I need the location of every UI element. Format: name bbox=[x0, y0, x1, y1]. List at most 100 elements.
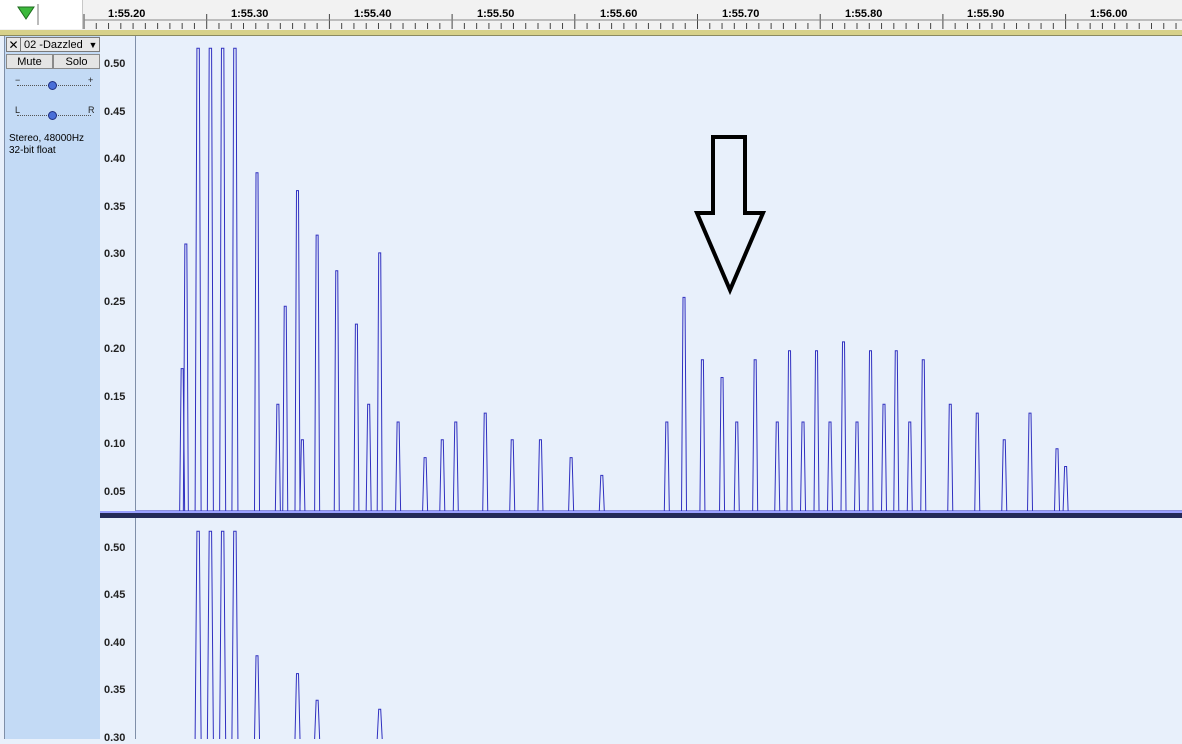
waveform-peak-bottom bbox=[254, 655, 261, 740]
waveform-peak bbox=[813, 350, 820, 512]
chevron-down-icon[interactable]: ▼ bbox=[87, 40, 99, 50]
amp-label: 0.30 bbox=[104, 248, 126, 260]
waveform-peak bbox=[422, 457, 429, 512]
waveform-peak bbox=[827, 421, 834, 512]
track-format-rate: Stereo, 48000Hz bbox=[9, 133, 85, 144]
waveform-peak bbox=[254, 172, 261, 512]
waveform-peak bbox=[881, 403, 888, 512]
waveform-peak-bottom bbox=[376, 708, 383, 740]
pan-slider-thumb[interactable] bbox=[48, 111, 57, 120]
gain-slider-thumb[interactable] bbox=[48, 81, 57, 90]
waveform-peak bbox=[800, 421, 807, 512]
waveform-peak bbox=[719, 377, 726, 512]
waveform-peak-bottom bbox=[219, 530, 227, 740]
amp-label: 0.40 bbox=[104, 637, 126, 649]
waveform-peak bbox=[299, 439, 306, 512]
waveform-peak bbox=[274, 403, 281, 512]
waveform-peak bbox=[774, 421, 781, 512]
track-format-info: Stereo, 48000Hz 32-bit float bbox=[9, 133, 84, 157]
waveform-peak bbox=[439, 439, 446, 512]
waveform-peak bbox=[893, 350, 900, 512]
amplitude-scale[interactable]: 0.50 0.45 0.40 0.35 0.30 0.25 0.20 0.15 … bbox=[100, 36, 136, 744]
waveform-peak bbox=[206, 47, 214, 512]
amp-label: 0.20 bbox=[104, 343, 126, 355]
waveform-area[interactable] bbox=[136, 36, 1182, 740]
waveform-peak bbox=[840, 341, 847, 512]
waveform-peak bbox=[947, 403, 954, 512]
waveform-peak bbox=[219, 47, 227, 512]
waveform-peak bbox=[509, 439, 516, 512]
ruler-tick-label: 1:56.00 bbox=[1090, 8, 1128, 20]
ruler-tick-label: 1:55.30 bbox=[231, 8, 269, 20]
waveform-peak bbox=[920, 359, 927, 512]
solo-button[interactable]: Solo bbox=[53, 54, 100, 69]
waveform-peak bbox=[906, 421, 913, 512]
amp-label: 0.30 bbox=[104, 732, 126, 744]
amp-label: 0.50 bbox=[104, 58, 126, 70]
mute-button[interactable]: Mute bbox=[6, 54, 53, 69]
ruler-tick-label: 1:55.90 bbox=[967, 8, 1005, 20]
waveform-peak bbox=[294, 190, 301, 512]
waveform-peak bbox=[482, 412, 489, 512]
waveform-peak bbox=[867, 350, 874, 512]
waveform-peak-bottom bbox=[314, 699, 321, 740]
mute-solo-group: Mute Solo bbox=[6, 54, 100, 69]
ruler-tick-label: 1:55.20 bbox=[108, 8, 146, 20]
waveform-peak bbox=[752, 359, 759, 512]
waveform-peak-bottom bbox=[294, 673, 301, 740]
track-name[interactable]: 02 -Dazzled bbox=[21, 39, 87, 51]
waveform-peak bbox=[681, 296, 688, 512]
close-track-button[interactable]: ✕ bbox=[7, 38, 21, 51]
waveform-peak bbox=[1054, 448, 1061, 512]
waveform-peak bbox=[376, 252, 383, 512]
waveform-peak bbox=[231, 47, 239, 512]
waveform-peak bbox=[365, 403, 372, 512]
ruler-tick-label: 1:55.80 bbox=[845, 8, 883, 20]
waveform-peak bbox=[699, 359, 706, 512]
waveform-peak bbox=[537, 439, 544, 512]
track-format-depth: 32-bit float bbox=[9, 145, 56, 156]
waveform-peak bbox=[353, 323, 360, 512]
gain-minus-label: − bbox=[15, 75, 21, 85]
waveform-peak-bottom bbox=[206, 530, 214, 740]
waveform-peak bbox=[1062, 466, 1069, 512]
waveform-peak bbox=[395, 421, 402, 512]
amp-label: 0.35 bbox=[104, 684, 126, 696]
close-icon[interactable]: ✕ bbox=[8, 39, 18, 51]
amp-label: 0.05 bbox=[104, 486, 126, 498]
waveform-peak bbox=[854, 421, 861, 512]
waveform-peak-bottom bbox=[231, 530, 239, 740]
waveform-peak bbox=[598, 474, 605, 512]
waveform-peak bbox=[786, 350, 793, 512]
gain-slider[interactable]: − + bbox=[15, 75, 95, 92]
amp-label: 0.45 bbox=[104, 589, 126, 601]
ruler-tick-label: 1:55.50 bbox=[477, 8, 515, 20]
waveform-peak bbox=[568, 457, 575, 512]
waveform-peak bbox=[733, 421, 740, 512]
waveform-peak bbox=[194, 47, 202, 512]
amp-label: 0.25 bbox=[104, 296, 126, 308]
waveform-peak bbox=[1001, 439, 1008, 512]
ruler-tick-label: 1:55.40 bbox=[354, 8, 392, 20]
waveform-peak bbox=[314, 234, 321, 512]
ruler-tick-labels: 1:55.20 1:55.30 1:55.40 1:55.50 1:55.60 … bbox=[0, 0, 1182, 30]
waveform-peak bbox=[282, 305, 289, 512]
pan-slider[interactable]: L R bbox=[15, 105, 95, 122]
waveform-peak bbox=[452, 421, 459, 512]
track-title-bar[interactable]: ✕ 02 -Dazzled ▼ bbox=[6, 37, 100, 52]
track-control-panel[interactable]: ✕ 02 -Dazzled ▼ Mute Solo − + L R Stereo… bbox=[4, 36, 102, 739]
ruler-tick-label: 1:55.60 bbox=[600, 8, 638, 20]
amp-label: 0.45 bbox=[104, 106, 126, 118]
pan-right-label: R bbox=[88, 105, 95, 115]
amp-label: 0.35 bbox=[104, 201, 126, 213]
timeline-ruler[interactable]: 1:55.20 1:55.30 1:55.40 1:55.50 1:55.60 … bbox=[0, 0, 1182, 31]
waveform[interactable] bbox=[136, 36, 1182, 740]
pan-left-label: L bbox=[15, 105, 21, 115]
waveform-peak bbox=[974, 412, 981, 512]
amp-label: 0.50 bbox=[104, 542, 126, 554]
amp-label: 0.10 bbox=[104, 438, 126, 450]
amp-label: 0.40 bbox=[104, 153, 126, 165]
waveform-peak-bottom bbox=[194, 530, 202, 740]
gain-plus-label: + bbox=[88, 75, 94, 85]
channel-separator[interactable] bbox=[100, 513, 1182, 518]
